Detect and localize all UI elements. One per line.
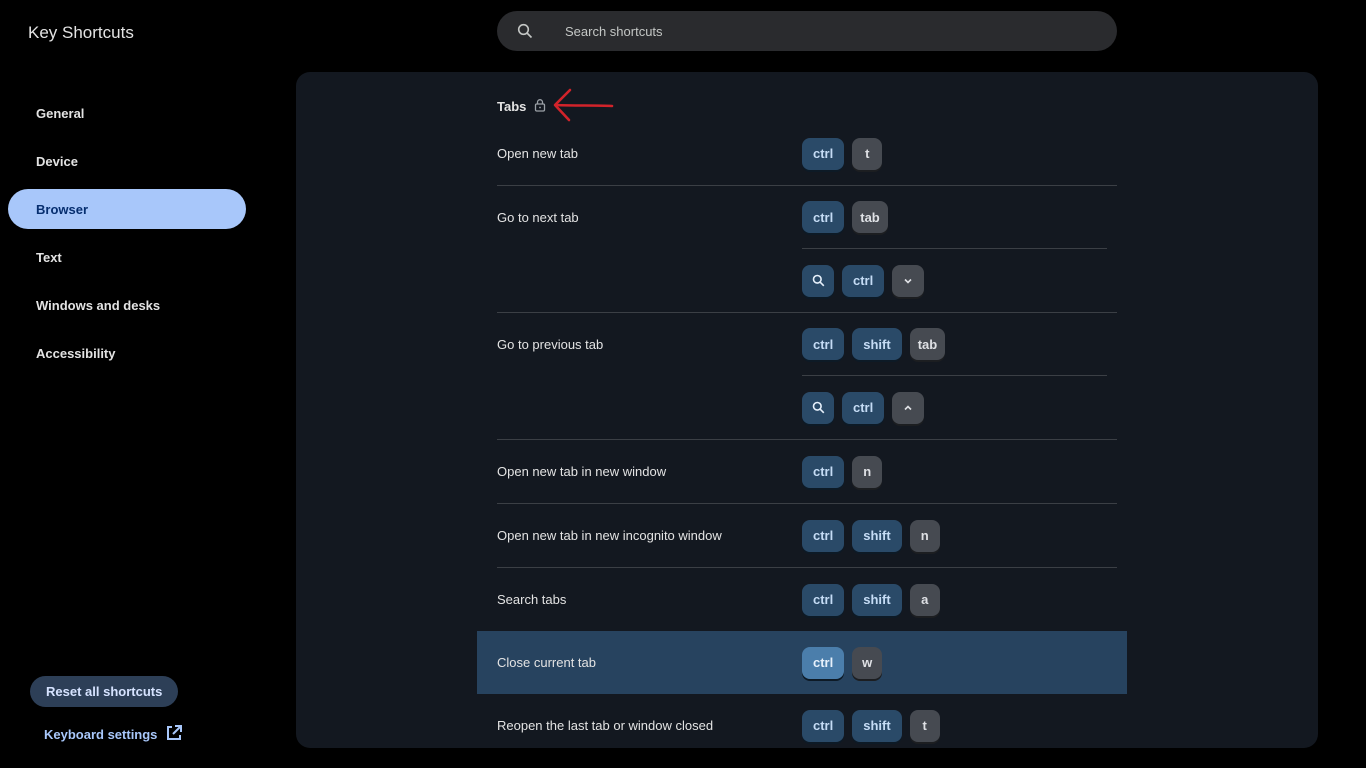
sidebar-item-label: Device	[36, 153, 78, 169]
accelerator-list: ctrl shift a	[802, 568, 1117, 631]
accelerator[interactable]: ctrl tab	[802, 186, 1107, 249]
key-shift: shift	[852, 519, 902, 552]
key-tab: tab	[852, 201, 888, 233]
lock-icon	[534, 98, 546, 115]
key-tab: tab	[909, 328, 946, 360]
shortcut-row-open-new-tab[interactable]: Open new tab ctrl t	[497, 122, 1117, 186]
shortcut-row-go-to-previous-tab[interactable]: Go to previous tab ctrl shift tab ctrl	[497, 313, 1117, 440]
sidebar-item-label: Text	[36, 249, 62, 265]
key-ctrl: ctrl	[802, 583, 845, 616]
sidebar-nav: General Device Browser Text Windows and …	[8, 93, 246, 381]
shortcut-row-open-new-tab-in-new-window[interactable]: Open new tab in new window ctrl n	[497, 440, 1117, 504]
key-ctrl: ctrl	[802, 709, 845, 742]
key-ctrl: ctrl	[802, 201, 845, 233]
accelerator-list: ctrl shift n	[802, 504, 1117, 567]
app-title: Key Shortcuts	[28, 23, 134, 42]
keyboard-settings-link[interactable]: Keyboard settings	[44, 724, 183, 745]
key-n: n	[852, 455, 883, 488]
key-ctrl: ctrl	[802, 519, 845, 552]
key-shift: shift	[852, 709, 902, 742]
accelerator[interactable]: ctrl w	[802, 631, 1107, 694]
accelerator-list: ctrl shift t	[802, 694, 1117, 748]
key-a: a	[909, 583, 940, 616]
sidebar-item-accessibility[interactable]: Accessibility	[8, 333, 246, 373]
key-ctrl: ctrl	[802, 646, 845, 679]
key-ctrl: ctrl	[842, 391, 885, 424]
accelerator[interactable]: ctrl shift a	[802, 568, 1107, 631]
shortcut-label: Open new tab	[497, 145, 578, 161]
accelerator[interactable]: ctrl n	[802, 440, 1107, 503]
section-header: Tabs	[497, 87, 614, 126]
accelerator-list: ctrl tab ctrl	[802, 186, 1117, 312]
sidebar-item-label: Browser	[36, 201, 89, 217]
shortcut-row-search-tabs[interactable]: Search tabs ctrl shift a	[497, 568, 1117, 631]
accelerator-list: ctrl shift tab ctrl	[802, 313, 1117, 439]
accelerator[interactable]: ctrl t	[802, 122, 1107, 185]
key-n: n	[909, 519, 940, 552]
section-title: Tabs	[497, 99, 527, 114]
shortcut-label: Open new tab in new window	[497, 463, 667, 479]
accelerator-list: ctrl t	[802, 122, 1117, 185]
accelerator[interactable]: ctrl shift n	[802, 504, 1107, 567]
search-key-icon	[802, 391, 834, 424]
reset-all-shortcuts-button[interactable]: Reset all shortcuts	[30, 676, 179, 707]
shortcut-row-open-new-tab-in-new-incognito-window[interactable]: Open new tab in new incognito window ctr…	[497, 504, 1117, 568]
shortcut-label: Close current tab	[497, 654, 596, 670]
shortcut-label: Open new tab in new incognito window	[497, 527, 722, 543]
shortcut-list: Open new tab ctrl t Go to next tab ctrl …	[477, 122, 1127, 748]
key-shift: shift	[852, 583, 902, 616]
key-ctrl: ctrl	[802, 328, 845, 360]
shortcut-row-close-current-tab[interactable]: Close current tab ctrl w	[477, 631, 1127, 694]
key-ctrl: ctrl	[802, 137, 845, 170]
sidebar-item-device[interactable]: Device	[8, 141, 246, 181]
accelerator[interactable]: ctrl	[802, 376, 1107, 439]
key-shift: shift	[852, 328, 902, 360]
sidebar-item-label: Accessibility	[36, 345, 116, 361]
shortcut-label: Go to previous tab	[497, 336, 604, 352]
key-t: t	[852, 137, 883, 170]
accelerator-list: ctrl n	[802, 440, 1117, 503]
search-bar[interactable]	[497, 11, 1117, 51]
keyboard-settings-label: Keyboard settings	[44, 727, 158, 742]
chevron-up-icon	[892, 391, 925, 424]
key-ctrl: ctrl	[802, 455, 845, 488]
sidebar-item-label: General	[36, 105, 85, 121]
accelerator[interactable]: ctrl shift t	[802, 694, 1107, 748]
shortcut-label: Reopen the last tab or window closed	[497, 717, 714, 733]
accelerator[interactable]: ctrl	[802, 249, 1107, 312]
key-ctrl: ctrl	[842, 264, 885, 297]
key-t: t	[909, 709, 940, 742]
accelerator[interactable]: ctrl shift tab	[802, 313, 1107, 376]
chevron-down-icon	[892, 264, 925, 297]
search-icon	[517, 23, 541, 39]
sidebar-item-label: Windows and desks	[36, 297, 161, 313]
key-w: w	[852, 646, 883, 679]
accelerator-list: ctrl w	[802, 631, 1117, 694]
external-link-icon	[165, 724, 183, 745]
search-key-icon	[802, 264, 834, 297]
sidebar-item-browser[interactable]: Browser	[8, 189, 246, 229]
shortcut-label: Go to next tab	[497, 209, 579, 225]
shortcut-row-go-to-next-tab[interactable]: Go to next tab ctrl tab ctrl	[497, 186, 1117, 313]
red-arrow-annotation	[554, 87, 614, 126]
sidebar-item-general[interactable]: General	[8, 93, 246, 133]
sidebar-item-text[interactable]: Text	[8, 237, 246, 277]
sidebar-item-windows-and-desks[interactable]: Windows and desks	[8, 285, 246, 325]
shortcuts-panel: Tabs Open new tab ctrl t Go to next tab …	[296, 72, 1318, 748]
search-input[interactable]	[563, 22, 1063, 40]
shortcut-label: Search tabs	[497, 591, 567, 607]
shortcut-row-reopen-last-tab[interactable]: Reopen the last tab or window closed ctr…	[497, 694, 1117, 748]
